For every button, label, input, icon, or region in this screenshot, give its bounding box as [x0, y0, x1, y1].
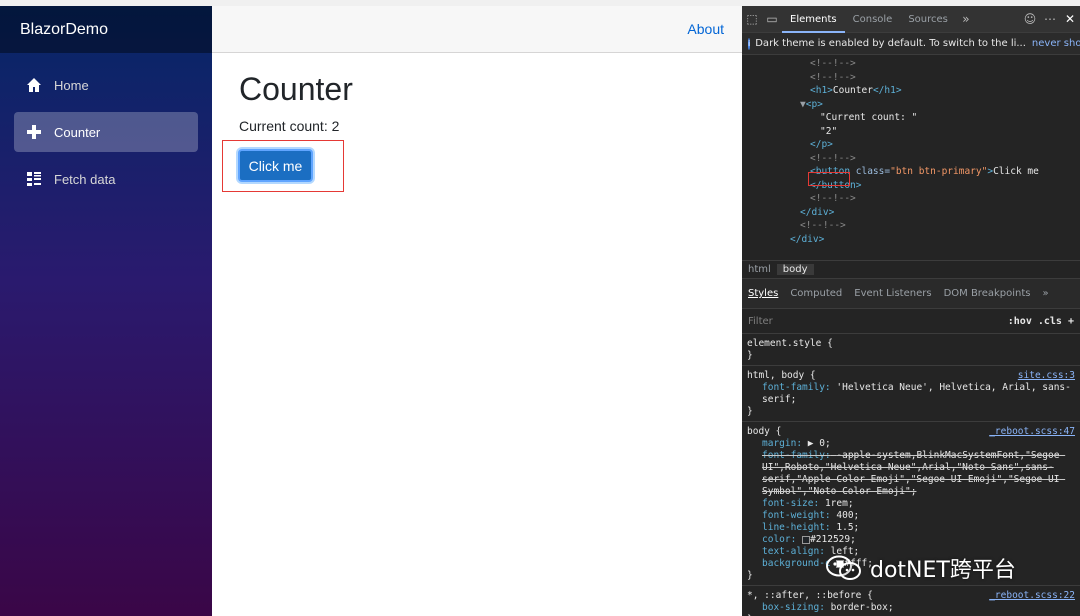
source-link[interactable]: _reboot.scss:22 [989, 590, 1075, 602]
dom-node[interactable]: </div> [742, 233, 1080, 247]
crumb-html[interactable]: html [742, 264, 777, 275]
selector: body { [747, 426, 782, 437]
list-icon [27, 172, 41, 186]
rule-close: } [747, 350, 753, 361]
dom-node-p[interactable]: ▼<p> [742, 98, 1080, 112]
brand-link[interactable]: BlazorDemo [0, 6, 212, 53]
selector: *, ::after, ::before { [747, 590, 873, 601]
theme-info-bar: i Dark theme is enabled by default. To s… [742, 33, 1080, 55]
wechat-icon [826, 555, 861, 580]
dom-node[interactable]: <!--!--> [742, 57, 1080, 71]
dom-node[interactable]: <!--!--> [742, 192, 1080, 206]
never-show-link[interactable]: never show [1032, 38, 1080, 49]
watermark: dotNET跨平台 [826, 552, 1016, 584]
rule-universal[interactable]: *, ::after, ::before {_reboot.scss:22 bo… [742, 586, 1080, 616]
home-icon [27, 78, 41, 92]
tab-event-listeners[interactable]: Event Listeners [848, 288, 937, 299]
info-icon: i [748, 37, 751, 50]
feedback-smiley-icon[interactable]: ☺ [1020, 6, 1040, 33]
screenshot-root: BlazorDemo Home Counter Fetch data About… [0, 0, 1080, 616]
page-title: Counter [239, 71, 353, 107]
page-body: Counter Current count: 2 [212, 71, 742, 134]
sidebar: BlazorDemo Home Counter Fetch data [0, 6, 212, 616]
nav-label-home: Home [54, 77, 89, 93]
nav-item-fetch-data[interactable]: Fetch data [14, 159, 198, 199]
dom-node[interactable]: <!--!--> [742, 152, 1080, 166]
devtools-toolbar: ⬚ ▭ Elements Console Sources » ☺ ⋯ ✕ [742, 6, 1080, 33]
more-panes-icon[interactable]: » [1036, 288, 1054, 299]
top-row: About [212, 6, 742, 53]
selector: html, body { [747, 370, 816, 381]
crumb-body[interactable]: body [776, 264, 814, 275]
device-toggle-icon[interactable]: ▭ [762, 6, 782, 33]
rule-element-style[interactable]: element.style { } [742, 334, 1080, 366]
main-content: About Counter Current count: 2 Click me [212, 6, 742, 616]
dom-node[interactable]: </p> [742, 138, 1080, 152]
dom-node[interactable]: <!--!--> [742, 71, 1080, 85]
tab-console[interactable]: Console [845, 6, 901, 33]
dom-node-button[interactable]: <button class="btn btn-primary">Click me [742, 165, 1080, 179]
plus-icon [27, 125, 41, 139]
info-text: Dark theme is enabled by default. To swi… [755, 38, 1026, 49]
source-link[interactable]: site.css:3 [1018, 370, 1075, 382]
nav-item-home[interactable]: Home [14, 65, 198, 105]
breadcrumb: html body [742, 261, 1080, 279]
tab-elements[interactable]: Elements [782, 6, 845, 33]
tab-sources[interactable]: Sources [900, 6, 956, 33]
styles-filter: Filter :hov .cls + [742, 309, 1080, 334]
rule-html-body[interactable]: html, body {site.css:3 font-family: 'Hel… [742, 366, 1080, 422]
dom-annotation-box [808, 172, 850, 186]
dom-node-h1[interactable]: <h1>Counter</h1> [742, 84, 1080, 98]
dom-node[interactable]: <!--!--> [742, 219, 1080, 233]
nav-label-counter: Counter [54, 124, 101, 140]
tab-computed[interactable]: Computed [784, 288, 848, 299]
dom-tree: <!--!--> <!--!--> <h1>Counter</h1> ▼<p> … [742, 55, 1080, 261]
filter-input[interactable]: Filter [748, 316, 773, 327]
click-me-button[interactable]: Click me [238, 149, 313, 182]
watermark-text: dotNET跨平台 [870, 558, 1016, 583]
about-link[interactable]: About [687, 21, 724, 37]
tab-dom-breakpoints[interactable]: DOM Breakpoints [938, 288, 1037, 299]
more-options-icon[interactable]: ⋯ [1040, 6, 1060, 33]
styles-tabbar: Styles Computed Event Listeners DOM Brea… [742, 279, 1080, 309]
current-count-text: Current count: 2 [239, 118, 340, 134]
dom-text-node[interactable]: "Current count: " [742, 111, 1080, 125]
nav-item-counter[interactable]: Counter [14, 112, 198, 152]
selector: element.style { [747, 338, 833, 349]
dom-node[interactable]: </div> [742, 206, 1080, 220]
nav-label-fetch-data: Fetch data [54, 171, 116, 187]
close-icon[interactable]: ✕ [1060, 6, 1080, 33]
devtools-panel: ⬚ ▭ Elements Console Sources » ☺ ⋯ ✕ i D… [742, 6, 1080, 616]
nav-menu: Home Counter Fetch data [0, 53, 212, 199]
dom-node[interactable]: </button> [742, 179, 1080, 193]
dom-text-node-value[interactable]: "2" [742, 125, 1080, 139]
filter-tools[interactable]: :hov .cls + [1008, 316, 1074, 327]
inspect-icon[interactable]: ⬚ [742, 6, 762, 33]
source-link[interactable]: _reboot.scss:47 [989, 426, 1075, 438]
more-tabs-icon[interactable]: » [956, 6, 976, 33]
tab-styles[interactable]: Styles [742, 288, 784, 299]
